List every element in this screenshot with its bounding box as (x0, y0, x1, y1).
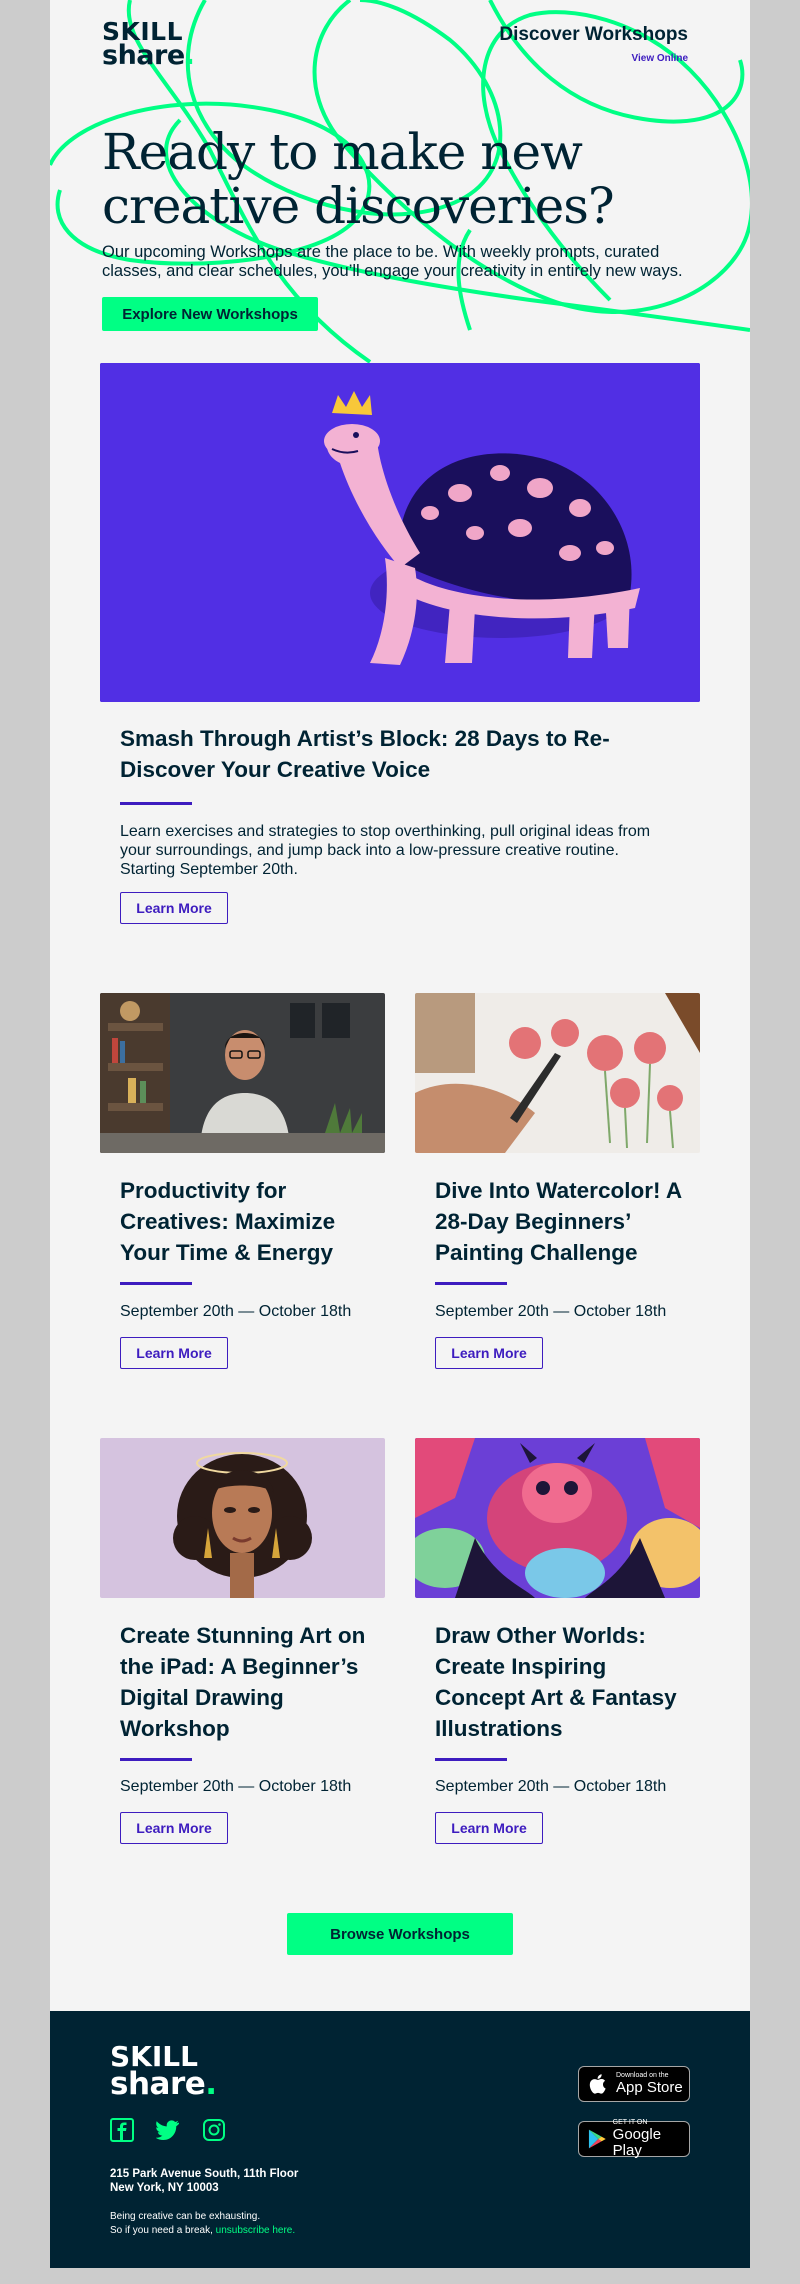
tortoise-illustration (100, 363, 700, 702)
watercolor-learn-more-button[interactable]: Learn More (435, 1337, 543, 1369)
card-title-watercolor: Dive Into Watercolor! A 28-Day Beginners… (435, 1178, 682, 1265)
ipad-learn-more-button[interactable]: Learn More (120, 1812, 228, 1844)
productivity-learn-more-button[interactable]: Learn More (120, 1337, 228, 1369)
featured-title: Smash Through Artist’s Block: 28 Days to… (120, 726, 610, 782)
footer-logo-dot: . (205, 2066, 217, 2102)
tagline-line-1: Being creative can be exhausting. (110, 2211, 261, 2222)
featured-learn-more-button[interactable]: Learn More (120, 892, 228, 924)
concept-art-workshop-image[interactable] (415, 1438, 700, 1598)
logo-dot: . (184, 40, 195, 71)
explore-workshops-button[interactable]: Explore New Workshops (102, 297, 318, 331)
app-store-big-text: App Store (616, 2079, 683, 2096)
featured-divider (120, 802, 192, 805)
unsubscribe-link[interactable]: unsubscribe here. (216, 2225, 296, 2236)
card-dates: September 20th — October 18th (120, 1303, 352, 1320)
company-address: 215 Park Avenue South, 11th Floor New Yo… (110, 2167, 298, 2195)
footer-skillshare-logo[interactable]: SKILL share. (110, 2043, 217, 2100)
featured-description: Learn exercises and strategies to stop o… (120, 823, 651, 878)
skillshare-logo[interactable]: SKILL share. (102, 19, 195, 71)
card-dates: September 20th — October 18th (435, 1778, 667, 1795)
fantasy-illustration (415, 1438, 700, 1598)
google-play-text: GET IT ON Google Play (613, 2119, 689, 2159)
browse-workshops-button[interactable]: Browse Workshops (287, 1913, 513, 1955)
card-divider (120, 1282, 192, 1285)
card-dates: September 20th — October 18th (120, 1778, 352, 1795)
logo-bottom-text: share. (102, 40, 195, 71)
hero-text: Our upcoming Workshops are the place to … (102, 243, 683, 280)
app-store-text: Download on the App Store (616, 2072, 683, 2096)
footer: SKILL share. 215 Park Avenue South, 11th… (50, 2011, 750, 2268)
featured-workshop-image[interactable] (100, 363, 700, 702)
google-play-badge[interactable]: GET IT ON Google Play (578, 2119, 690, 2159)
concept-art-learn-more-button[interactable]: Learn More (435, 1812, 543, 1844)
apple-icon (589, 2074, 606, 2094)
footer-tagline: Being creative can be exhausting. So if … (110, 2210, 295, 2238)
address-line-2: New York, NY 10003 (110, 2182, 219, 2194)
instagram-icon[interactable] (202, 2118, 226, 2142)
instructor-photo (100, 993, 385, 1153)
card-title-concept-art: Draw Other Worlds: Create Inspiring Conc… (435, 1623, 677, 1741)
tagline-line-2: So if you need a break, (110, 2225, 213, 2236)
card-divider (120, 1758, 192, 1761)
card-divider (435, 1282, 507, 1285)
card-divider (435, 1758, 507, 1761)
facebook-icon[interactable] (110, 2118, 134, 2142)
header-title: Discover Workshops (499, 24, 688, 45)
watercolor-photo (415, 993, 700, 1153)
ipad-drawing-workshop-image[interactable] (100, 1438, 385, 1598)
hero-title: Ready to make new creative discoveries? (102, 123, 615, 235)
card-dates: September 20th — October 18th (435, 1303, 667, 1320)
email-container: SKILL share. Discover Workshops View Onl… (50, 0, 750, 2268)
header-right: Discover Workshops View Online (499, 24, 688, 64)
app-store-badge[interactable]: Download on the App Store (578, 2066, 690, 2102)
logo-bottom-word: share (102, 40, 185, 71)
card-title-productivity: Productivity for Creatives: Maximize You… (120, 1178, 336, 1265)
view-online-link[interactable]: View Online (499, 53, 689, 64)
card-title-ipad: Create Stunning Art on the iPad: A Begin… (120, 1623, 366, 1741)
portrait-illustration (100, 1438, 385, 1598)
footer-logo-bottom-text: share. (110, 2069, 217, 2100)
twitter-icon[interactable] (155, 2118, 180, 2142)
footer-logo-bottom-word: share (110, 2066, 206, 2102)
google-play-big-text: Google Play (612, 2126, 662, 2159)
google-play-icon (588, 2129, 606, 2149)
productivity-workshop-image[interactable] (100, 993, 385, 1153)
address-line-1: 215 Park Avenue South, 11th Floor (110, 2168, 299, 2180)
watercolor-workshop-image[interactable] (415, 993, 700, 1153)
